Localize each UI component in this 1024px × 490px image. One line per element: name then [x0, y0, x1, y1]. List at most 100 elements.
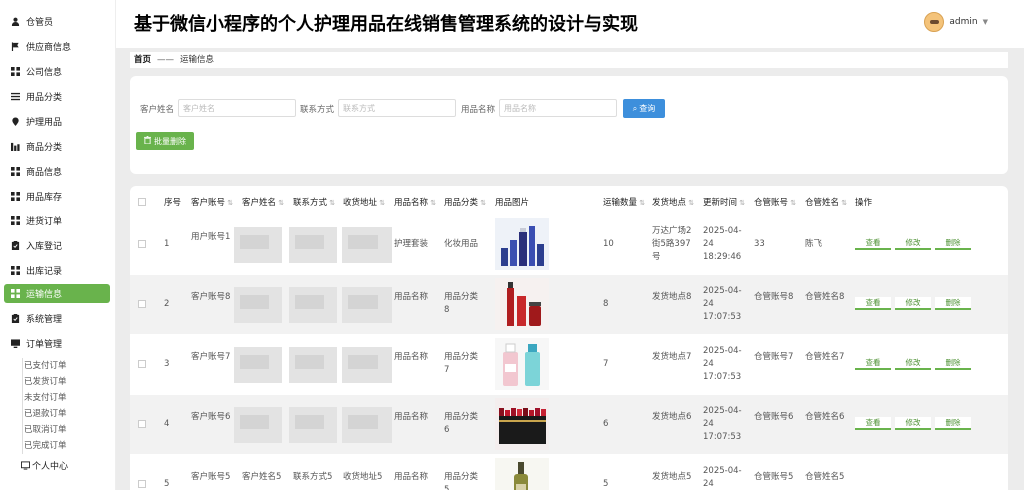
cell-product-name: 用品名称 — [394, 472, 429, 482]
submenu-item-completed[interactable]: 已完成订单 — [24, 439, 67, 453]
sidebar-item-stock-in[interactable]: 入库登记 — [4, 236, 110, 255]
cell-category: 用品分类8 — [444, 292, 479, 315]
submenu-item-cancelled[interactable]: 已取消订单 — [24, 423, 67, 437]
row-checkbox[interactable] — [138, 480, 146, 488]
row-checkbox[interactable] — [138, 300, 146, 308]
cell-customer-account: 用户账号1 — [191, 232, 231, 242]
table-row: 5 客户账号5 客户姓名5 联系方式5 收货地址5 用品名称 用品分类5 5 发… — [130, 455, 1008, 490]
search-button[interactable]: ⌕ 查询 — [623, 99, 665, 118]
redacted-cell — [289, 227, 337, 263]
row-checkbox[interactable] — [138, 240, 146, 248]
sidebar-item-stock-out[interactable]: 出库记录 — [4, 261, 110, 280]
cell-category: 用品分类7 — [444, 352, 479, 375]
view-button[interactable]: 查看 — [855, 297, 891, 310]
sidebar-item-care-products[interactable]: 护理用品 — [4, 112, 110, 131]
user-icon — [10, 16, 20, 26]
cell-quantity: 6 — [603, 419, 609, 429]
cell-quantity: 10 — [603, 239, 614, 249]
column-header-origin[interactable]: 发货地点 — [652, 196, 694, 208]
product-image[interactable] — [495, 278, 549, 330]
delete-button[interactable]: 删除 — [935, 357, 971, 370]
sidebar-item-orders[interactable]: 订单管理 — [4, 334, 110, 353]
cell-category: 用品分类6 — [444, 412, 479, 435]
row-checkbox[interactable] — [138, 420, 146, 428]
view-button[interactable]: 查看 — [855, 417, 891, 430]
table-row: 4 客户账号6 用品名称 用品分类6 6 发货地点6 2025-04-24 17… — [130, 395, 1008, 454]
sidebar-item-company[interactable]: 公司信息 — [4, 62, 110, 81]
submenu-guide-line — [22, 358, 23, 454]
cell-updated: 2025-04-24 18:29:46 — [703, 226, 742, 262]
clipboard-icon — [10, 240, 20, 250]
product-name-input[interactable] — [499, 99, 617, 117]
sidebar-item-system[interactable]: 系统管理 — [4, 309, 110, 328]
grid-icon — [10, 191, 20, 201]
clipboard-icon — [10, 313, 20, 323]
cell-product-name: 用品名称 — [394, 352, 429, 362]
sidebar-item-label: 出库记录 — [26, 267, 63, 277]
sidebar-item-goods-category[interactable]: 商品分类 — [4, 137, 110, 156]
redacted-cell — [342, 227, 392, 263]
cell-product-name: 用品名称 — [394, 412, 429, 422]
column-header-updated[interactable]: 更新时间 — [703, 196, 745, 208]
cell-customer-name: 客户姓名5 — [242, 472, 282, 482]
sidebar-item-label: 商品分类 — [26, 143, 63, 153]
breadcrumb: 首页 —— 运输信息 — [130, 52, 1008, 68]
column-header-quantity[interactable]: 运输数量 — [603, 196, 645, 208]
sidebar-item-label: 公司信息 — [26, 68, 63, 78]
column-header-address[interactable]: 收货地址 — [343, 196, 385, 208]
submenu-item-unpaid[interactable]: 未支付订单 — [24, 391, 67, 405]
delete-button[interactable]: 删除 — [935, 417, 971, 430]
product-image[interactable] — [495, 458, 549, 490]
product-image[interactable] — [495, 218, 549, 270]
delete-button[interactable]: 删除 — [935, 237, 971, 250]
edit-button[interactable]: 修改 — [895, 237, 931, 250]
sidebar-item-personal-center[interactable]: 个人中心 — [2, 456, 108, 475]
sidebar-item-warehouse-keeper[interactable]: 仓管员 — [4, 12, 110, 31]
edit-button[interactable]: 修改 — [895, 357, 931, 370]
redacted-cell — [289, 407, 337, 443]
customer-name-input[interactable] — [178, 99, 296, 117]
select-all-checkbox[interactable] — [138, 198, 146, 206]
grid-icon — [10, 166, 20, 176]
cell-customer-account: 客户账号8 — [191, 292, 231, 302]
sidebar-item-shipping[interactable]: 运输信息 — [4, 284, 110, 303]
view-button[interactable]: 查看 — [855, 237, 891, 250]
phone-input[interactable] — [338, 99, 456, 117]
column-header-customer-name[interactable]: 客户姓名 — [242, 196, 284, 208]
edit-button[interactable]: 修改 — [895, 297, 931, 310]
column-header-index: 序号 — [164, 198, 182, 208]
submenu-item-paid[interactable]: 已支付订单 — [24, 359, 67, 373]
sidebar-item-product-category[interactable]: 用品分类 — [4, 87, 110, 106]
column-header-keeper-name[interactable]: 仓管姓名 — [805, 196, 847, 208]
delete-button[interactable]: 删除 — [935, 297, 971, 310]
header: 基于微信小程序的个人护理用品在线销售管理系统的设计与实现 admin ▼ — [116, 0, 1024, 48]
batch-delete-button[interactable]: 批量删除 — [136, 132, 194, 150]
breadcrumb-home[interactable]: 首页 — [134, 55, 151, 65]
column-header-phone[interactable]: 联系方式 — [293, 196, 335, 208]
sidebar-item-goods-info[interactable]: 商品信息 — [4, 162, 110, 181]
view-button[interactable]: 查看 — [855, 357, 891, 370]
sidebar-item-inventory[interactable]: 用品库存 — [4, 187, 110, 206]
cell-updated: 2025-04-24 17:07:53 — [703, 286, 742, 322]
user-menu[interactable]: admin ▼ — [924, 12, 988, 32]
column-header-customer-account[interactable]: 客户账号 — [191, 196, 233, 208]
sidebar-item-purchase-orders[interactable]: 进货订单 — [4, 211, 110, 230]
sidebar-item-label: 护理用品 — [26, 118, 63, 128]
cell-category: 化妆用品 — [444, 239, 479, 249]
cell-origin: 发货地点8 — [652, 292, 692, 302]
edit-button[interactable]: 修改 — [895, 417, 931, 430]
sidebar-item-supplier[interactable]: 供应商信息 — [4, 37, 110, 56]
column-header-product-name[interactable]: 用品名称 — [394, 196, 436, 208]
sidebar-item-label: 用品分类 — [26, 93, 63, 103]
submenu-item-refunded[interactable]: 已退款订单 — [24, 407, 67, 421]
cell-keeper-account: 仓管账号6 — [754, 412, 794, 422]
row-checkbox[interactable] — [138, 360, 146, 368]
product-image[interactable] — [495, 338, 549, 390]
column-header-keeper-account[interactable]: 仓管账号 — [754, 196, 796, 208]
column-header-category[interactable]: 用品分类 — [444, 196, 486, 208]
cell-customer-account: 客户账号7 — [191, 352, 231, 362]
monitor-icon — [20, 460, 30, 470]
column-header-actions: 操作 — [855, 198, 873, 208]
product-image[interactable] — [495, 398, 549, 450]
submenu-item-shipped[interactable]: 已发货订单 — [24, 375, 67, 389]
